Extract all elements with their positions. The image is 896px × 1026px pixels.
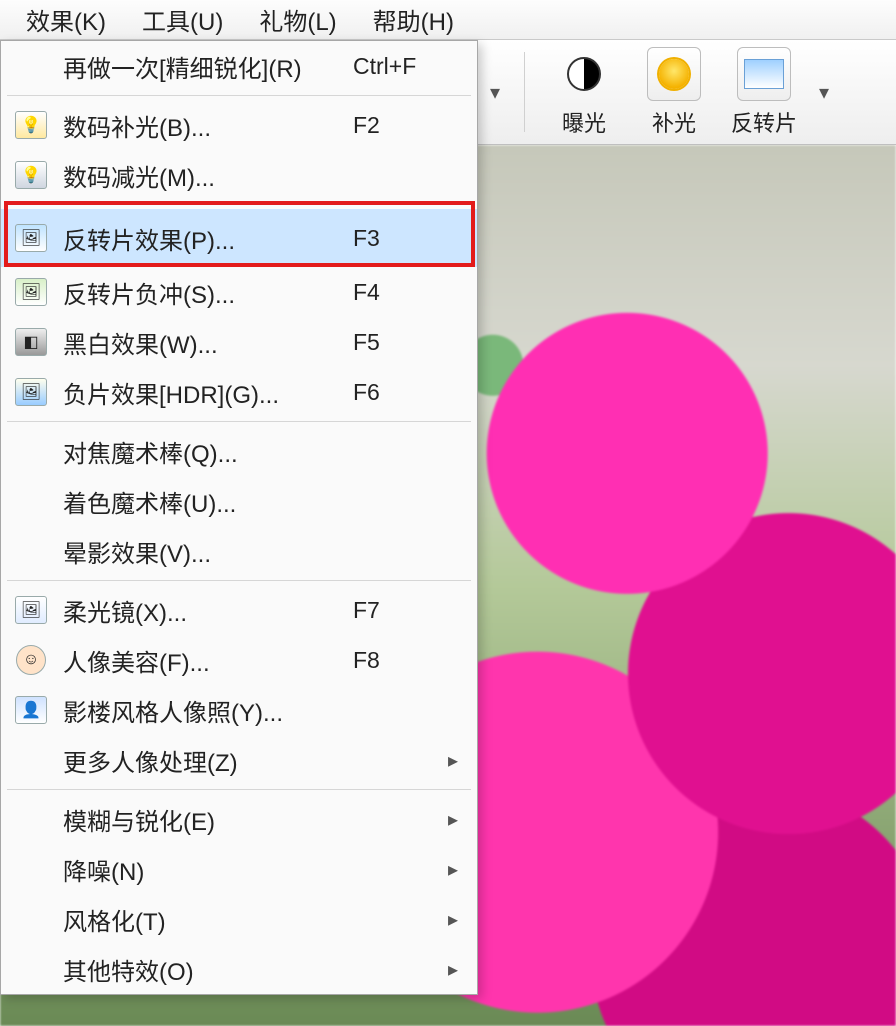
menu-item-shortcut: F8 bbox=[353, 647, 443, 674]
menu-item-shortcut: F3 bbox=[353, 225, 443, 252]
blank-icon bbox=[11, 742, 51, 778]
menu-item-shortcut: F6 bbox=[353, 379, 443, 406]
menu-separator bbox=[7, 580, 471, 581]
menu-item-label: 更多人像处理(Z) bbox=[63, 743, 353, 778]
menu-item-label: 模糊与锐化(E) bbox=[63, 802, 353, 837]
submenu-arrow-icon: ▸ bbox=[443, 748, 463, 773]
menu-help-label: 帮助(H) bbox=[373, 9, 454, 36]
menubar: 效果(K) 工具(U) 礼物(L) 帮助(H) bbox=[0, 0, 896, 40]
menu-item-digital-dim[interactable]: 💡 数码减光(M)... bbox=[1, 150, 477, 200]
menu-item-shortcut: Ctrl+F bbox=[353, 53, 443, 80]
blank-icon bbox=[11, 533, 51, 569]
menu-help[interactable]: 帮助(H) bbox=[355, 0, 472, 41]
menu-item-label: 风格化(T) bbox=[63, 902, 353, 937]
menu-item-more-portrait[interactable]: 更多人像处理(Z) ▸ bbox=[1, 735, 477, 785]
menu-item-vignette[interactable]: 晕影效果(V)... bbox=[1, 526, 477, 576]
menu-item-negative-hdr[interactable]: 🖼 负片效果[HDR](G)... F6 bbox=[1, 367, 477, 417]
menu-item-shortcut: F4 bbox=[353, 279, 443, 306]
menu-effects[interactable]: 效果(K) bbox=[8, 0, 124, 41]
blank-icon bbox=[11, 48, 51, 84]
blank-icon bbox=[11, 483, 51, 519]
submenu-arrow-icon: ▸ bbox=[443, 807, 463, 832]
face-icon: ☺ bbox=[11, 642, 51, 678]
app-window: 效果(K) 工具(U) 礼物(L) 帮助(H) ▾ 曝光 补光 反转片 ▾ 再做… bbox=[0, 0, 896, 1026]
blank-icon bbox=[11, 901, 51, 937]
menu-item-label: 人像美容(F)... bbox=[63, 643, 353, 678]
person-icon: 👤 bbox=[11, 692, 51, 728]
menu-item-label: 其他特效(O) bbox=[63, 952, 353, 987]
tool-fill-light-label: 补光 bbox=[652, 106, 696, 138]
menu-item-bw-effect[interactable]: ◧ 黑白效果(W)... F5 bbox=[1, 317, 477, 367]
submenu-arrow-icon: ▸ bbox=[443, 857, 463, 882]
effects-dropdown: 再做一次[精细锐化](R) Ctrl+F 💡 数码补光(B)... F2 💡 数… bbox=[0, 40, 478, 995]
menu-item-digital-fill-light[interactable]: 💡 数码补光(B)... F2 bbox=[1, 100, 477, 150]
menu-gifts-label: 礼物(L) bbox=[259, 9, 336, 36]
menu-item-blur-sharpen[interactable]: 模糊与锐化(E) ▸ bbox=[1, 794, 477, 844]
menu-item-label: 影楼风格人像照(Y)... bbox=[63, 693, 353, 728]
submenu-arrow-icon: ▸ bbox=[443, 907, 463, 932]
menu-item-label: 数码补光(B)... bbox=[63, 108, 353, 143]
menu-separator bbox=[7, 95, 471, 96]
menu-separator bbox=[7, 789, 471, 790]
tool-exposure[interactable]: 曝光 bbox=[539, 45, 629, 140]
menu-item-label: 晕影效果(V)... bbox=[63, 534, 353, 569]
menu-item-label: 反转片效果(P)... bbox=[63, 221, 353, 256]
menu-gifts[interactable]: 礼物(L) bbox=[241, 0, 354, 41]
toolbar-dropdown-arrow-2[interactable]: ▾ bbox=[809, 80, 839, 105]
bw-icon: ◧ bbox=[11, 324, 51, 360]
menu-item-label: 降噪(N) bbox=[63, 852, 353, 887]
bulb-plus-icon: 💡 bbox=[11, 107, 51, 143]
menu-item-label: 着色魔术棒(U)... bbox=[63, 484, 353, 519]
tool-reversal[interactable]: 反转片 bbox=[719, 45, 809, 140]
menu-item-focus-wand[interactable]: 对焦魔术棒(Q)... bbox=[1, 426, 477, 476]
menu-tools[interactable]: 工具(U) bbox=[124, 0, 241, 41]
negative-icon: 🖼 bbox=[11, 374, 51, 410]
menu-item-shortcut: F2 bbox=[353, 112, 443, 139]
menu-item-shortcut: F7 bbox=[353, 597, 443, 624]
menu-item-portrait-beauty[interactable]: ☺ 人像美容(F)... F8 bbox=[1, 635, 477, 685]
menu-item-label: 负片效果[HDR](G)... bbox=[63, 375, 353, 410]
reversal-icon bbox=[736, 46, 792, 102]
soft-lens-icon: 🖼 bbox=[11, 592, 51, 628]
menu-item-studio-portrait[interactable]: 👤 影楼风格人像照(Y)... bbox=[1, 685, 477, 735]
menu-item-color-wand[interactable]: 着色魔术棒(U)... bbox=[1, 476, 477, 526]
blank-icon bbox=[11, 801, 51, 837]
menu-item-label: 对焦魔术棒(Q)... bbox=[63, 434, 353, 469]
blank-icon bbox=[11, 433, 51, 469]
tool-reversal-label: 反转片 bbox=[731, 106, 797, 138]
menu-effects-label: 效果(K) bbox=[26, 9, 106, 36]
menu-item-label: 黑白效果(W)... bbox=[63, 325, 353, 360]
menu-item-reversal-effect[interactable]: 🖼 反转片效果(P)... F3 bbox=[1, 209, 477, 267]
menu-item-label: 反转片负冲(S)... bbox=[63, 275, 353, 310]
menu-item-redo-fine-sharpen[interactable]: 再做一次[精细锐化](R) Ctrl+F bbox=[1, 41, 477, 91]
menu-separator bbox=[7, 204, 471, 205]
blank-icon bbox=[11, 851, 51, 887]
menu-item-reversal-crossprocess[interactable]: 🖼 反转片负冲(S)... F4 bbox=[1, 267, 477, 317]
fill-light-icon bbox=[646, 46, 702, 102]
toolbar-dropdown-arrow[interactable]: ▾ bbox=[480, 80, 510, 105]
bulb-minus-icon: 💡 bbox=[11, 157, 51, 193]
tool-exposure-label: 曝光 bbox=[562, 106, 606, 138]
blank-icon bbox=[11, 951, 51, 987]
menu-item-label: 数码减光(M)... bbox=[63, 158, 353, 193]
menu-item-stylize[interactable]: 风格化(T) ▸ bbox=[1, 894, 477, 944]
menu-item-label: 柔光镜(X)... bbox=[63, 593, 353, 628]
menu-tools-label: 工具(U) bbox=[142, 9, 223, 36]
menu-item-label: 再做一次[精细锐化](R) bbox=[63, 49, 353, 84]
crossprocess-icon: 🖼 bbox=[11, 274, 51, 310]
menu-item-other-fx[interactable]: 其他特效(O) ▸ bbox=[1, 944, 477, 994]
menu-item-denoise[interactable]: 降噪(N) ▸ bbox=[1, 844, 477, 894]
menu-item-soft-lens[interactable]: 🖼 柔光镜(X)... F7 bbox=[1, 585, 477, 635]
toolbar-separator bbox=[524, 52, 525, 132]
exposure-icon bbox=[556, 46, 612, 102]
tool-fill-light[interactable]: 补光 bbox=[629, 45, 719, 140]
reversal-effect-icon: 🖼 bbox=[11, 220, 51, 256]
submenu-arrow-icon: ▸ bbox=[443, 957, 463, 982]
menu-item-shortcut: F5 bbox=[353, 329, 443, 356]
menu-separator bbox=[7, 421, 471, 422]
